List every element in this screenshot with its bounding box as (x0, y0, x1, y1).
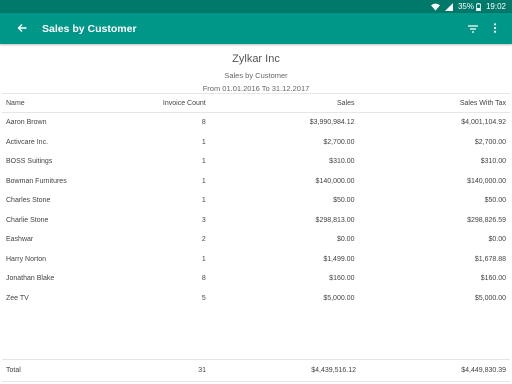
wifi-icon (430, 3, 440, 11)
sales-amount: $1,499.00 (323, 255, 355, 263)
total-sales: $4,439,516.12 (311, 367, 356, 374)
table-row[interactable]: Zee TV 5 $5,000.00 $5,000.00 (2, 289, 510, 309)
arrow-left-icon (17, 20, 27, 38)
table-row[interactable]: Jonathan Blake 8 $160.00 $160.00 (2, 269, 510, 289)
sales-amount: $298,813.00 (315, 216, 355, 224)
sales-with-tax-amount: $4,001,104.92 (461, 119, 506, 127)
report-name: Sales by Customer (224, 71, 288, 80)
sales-amount: $3,990,984.12 (309, 119, 355, 127)
filter-icon (468, 20, 478, 38)
customer-name: Eashwar (6, 236, 34, 244)
sales-amount: $310.00 (329, 158, 355, 166)
total-label: Total (6, 367, 21, 374)
customer-name: Bowman Furnitures (6, 177, 67, 185)
sales-amount: $160.00 (329, 275, 355, 283)
sales-with-tax-amount: $1,678.88 (474, 255, 506, 263)
invoice-count: 2 (201, 236, 206, 244)
total-invoice-count: 31 (198, 367, 206, 374)
sales-amount: $2,700.00 (323, 138, 355, 146)
invoice-count: 1 (201, 197, 206, 205)
column-header-sales-with-tax: Sales With Tax (358, 93, 510, 113)
invoice-count: 1 (201, 158, 206, 166)
clock: 19:02 (485, 2, 506, 11)
invoice-count: 1 (201, 138, 206, 146)
table-row[interactable]: Charlie Stone 3 $298,813.00 $298,826.59 (2, 211, 510, 231)
table-row[interactable]: Eashwar 2 $0.00 $0.00 (2, 230, 510, 250)
customer-name: Jonathan Blake (6, 275, 55, 283)
more-vert-icon (493, 20, 497, 38)
sales-with-tax-amount: $2,700.00 (474, 138, 506, 146)
back-button[interactable] (9, 13, 35, 44)
sales-with-tax-amount: $50.00 (484, 197, 506, 205)
sales-amount: $50.00 (333, 197, 355, 205)
sales-with-tax-amount: $0.00 (488, 236, 506, 244)
table-row[interactable]: Activcare Inc. 1 $2,700.00 $2,700.00 (2, 133, 510, 153)
status-bar: 35% 19:02 (0, 0, 512, 13)
table-row[interactable]: Aaron Brown 8 $3,990,984.12 $4,001,104.9… (2, 113, 510, 133)
sales-amount: $5,000.00 (323, 294, 355, 302)
customer-name: Charlie Stone (6, 216, 49, 224)
page-title: Sales by Customer (42, 22, 137, 35)
invoice-count: 8 (201, 275, 206, 283)
sales-with-tax-amount: $5,000.00 (474, 294, 506, 302)
more-options-button[interactable] (484, 13, 506, 44)
sales-with-tax-amount: $140,000.00 (467, 177, 506, 185)
battery-icon (476, 2, 481, 11)
table-row[interactable]: Bowman Furnitures 1 $140,000.00 $140,000… (2, 172, 510, 192)
table-row[interactable]: Charles Stone 1 $50.00 $50.00 (2, 191, 510, 211)
sales-table: Name Invoice Count Sales Sales With Tax … (2, 93, 510, 308)
invoice-count: 1 (201, 177, 206, 185)
table-header-row: Name Invoice Count Sales Sales With Tax (2, 93, 510, 113)
invoice-count: 8 (201, 119, 206, 127)
sales-with-tax-amount: $298,826.59 (467, 216, 506, 224)
company-name: Zylkar Inc (232, 53, 280, 65)
invoice-count: 1 (201, 255, 206, 263)
app-bar: Sales by Customer (0, 13, 512, 44)
invoice-count: 3 (201, 216, 206, 224)
total-row: Total 31 $4,439,516.12 $4,449,830.39 (2, 359, 510, 382)
signal-icon (444, 2, 453, 11)
customer-name: Activcare Inc. (6, 138, 49, 146)
table-row[interactable]: Harry Norton 1 $1,499.00 $1,678.88 (2, 250, 510, 270)
customer-name: Zee TV (6, 294, 29, 302)
sales-amount: $140,000.00 (315, 177, 355, 185)
customer-name: Harry Norton (6, 255, 47, 263)
report-header: Zylkar Inc Sales by Customer From 01.01.… (0, 44, 512, 94)
customer-name: BOSS Suitings (6, 158, 53, 166)
total-sales-with-tax: $4,449,830.39 (461, 367, 506, 374)
column-header-sales: Sales (209, 93, 359, 113)
sales-with-tax-amount: $310.00 (480, 158, 506, 166)
table-row[interactable]: BOSS Suitings 1 $310.00 $310.00 (2, 152, 510, 172)
customer-name: Aaron Brown (6, 119, 47, 127)
invoice-count: 5 (201, 294, 206, 302)
sales-with-tax-amount: $160.00 (480, 275, 506, 283)
customer-name: Charles Stone (6, 197, 51, 205)
column-header-invoice-count: Invoice Count (113, 93, 210, 113)
sales-amount: $0.00 (336, 236, 355, 244)
column-header-name: Name (2, 93, 114, 113)
filter-button[interactable] (462, 13, 484, 44)
battery-level: 35% (457, 2, 474, 11)
